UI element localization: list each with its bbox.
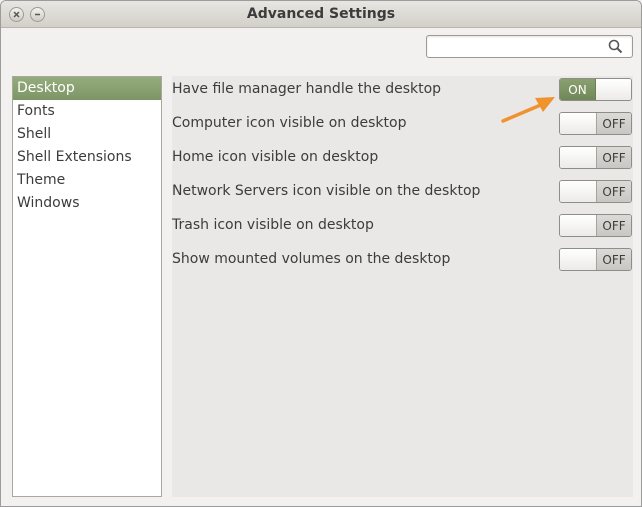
home-icon-toggle[interactable]: OFF — [559, 146, 632, 169]
titlebar: Advanced Settings — [1, 1, 641, 28]
setting-label: Network Servers icon visible on the desk… — [172, 183, 481, 199]
toggle-state-text: OFF — [597, 249, 631, 270]
mounted-volumes-toggle[interactable]: OFF — [559, 248, 632, 271]
toggle-knob — [596, 79, 631, 100]
setting-row-mounted-volumes: Show mounted volumes on the desktop OFF — [172, 248, 633, 274]
setting-label: Have file manager handle the desktop — [172, 81, 442, 97]
toggle-knob — [560, 181, 597, 202]
setting-row-trash-icon: Trash icon visible on desktop OFF — [172, 214, 633, 240]
setting-label: Home icon visible on desktop — [172, 149, 379, 165]
sidebar-item-shell-extensions[interactable]: Shell Extensions — [13, 146, 161, 169]
setting-label: Trash icon visible on desktop — [172, 217, 374, 233]
toggle-knob — [560, 113, 597, 134]
sidebar-item-windows[interactable]: Windows — [13, 192, 161, 215]
sidebar-item-fonts[interactable]: Fonts — [13, 100, 161, 123]
setting-row-file-manager-desktop: Have file manager handle the desktop ON — [172, 78, 633, 104]
setting-row-network-servers-icon: Network Servers icon visible on the desk… — [172, 180, 633, 206]
file-manager-desktop-toggle[interactable]: ON — [559, 78, 632, 101]
search-input[interactable] — [431, 38, 601, 55]
search-box[interactable] — [426, 35, 633, 58]
toggle-state-text: OFF — [597, 147, 631, 168]
toggle-knob — [560, 147, 597, 168]
sidebar-item-desktop[interactable]: Desktop — [13, 77, 161, 100]
sidebar: Desktop Fonts Shell Shell Extensions The… — [12, 76, 162, 497]
toggle-state-text: OFF — [597, 113, 631, 134]
toggle-state-text: OFF — [597, 215, 631, 236]
toggle-knob — [560, 249, 597, 270]
sidebar-item-shell[interactable]: Shell — [13, 123, 161, 146]
toggle-state-text: ON — [560, 79, 596, 100]
search-icon[interactable] — [608, 39, 623, 58]
sidebar-item-theme[interactable]: Theme — [13, 169, 161, 192]
setting-row-home-icon: Home icon visible on desktop OFF — [172, 146, 633, 172]
settings-panel: Have file manager handle the desktop ON … — [172, 76, 633, 497]
advanced-settings-window: Advanced Settings Desktop Fonts Shell Sh… — [0, 0, 642, 507]
toggle-knob — [560, 215, 597, 236]
setting-row-computer-icon: Computer icon visible on desktop OFF — [172, 112, 633, 138]
network-servers-icon-toggle[interactable]: OFF — [559, 180, 632, 203]
setting-label: Show mounted volumes on the desktop — [172, 251, 451, 267]
computer-icon-toggle[interactable]: OFF — [559, 112, 632, 135]
window-title: Advanced Settings — [246, 6, 396, 22]
trash-icon-toggle[interactable]: OFF — [559, 214, 632, 237]
annotation-arrow-icon — [499, 95, 559, 131]
setting-label: Computer icon visible on desktop — [172, 115, 407, 131]
toggle-state-text: OFF — [597, 181, 631, 202]
